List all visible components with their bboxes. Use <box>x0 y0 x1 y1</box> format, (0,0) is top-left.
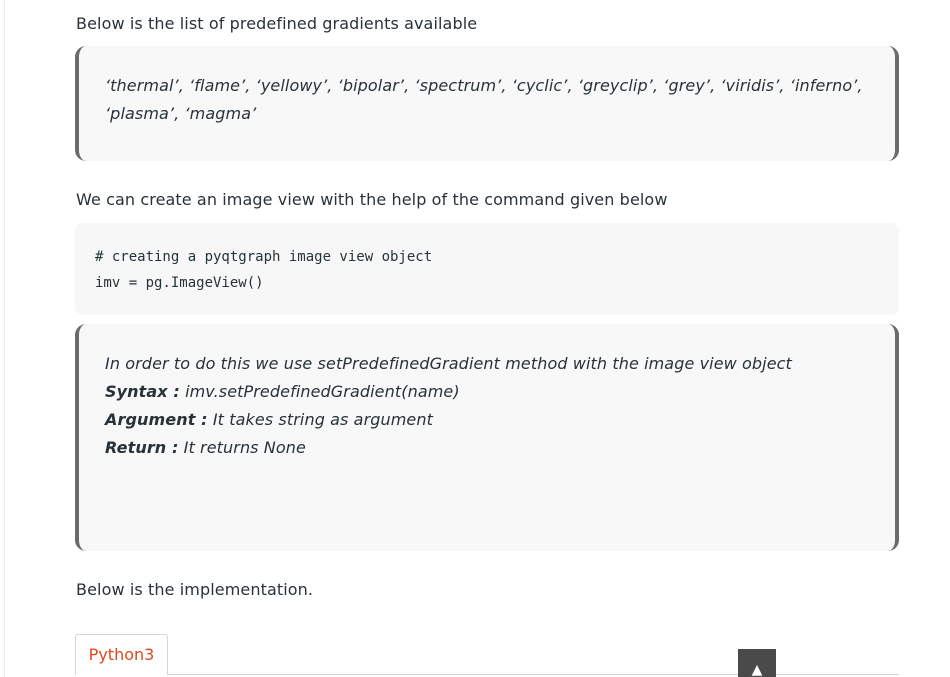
arrow-up-icon: ▲ <box>751 662 763 677</box>
code-block: # creating a pyqtgraph image view object… <box>75 223 899 315</box>
return-label: Return : <box>105 438 179 457</box>
argument-value: It takes string as argument <box>207 410 433 429</box>
code-line-statement: imv = pg.ImageView() <box>95 275 264 291</box>
return-value: It returns None <box>178 438 306 457</box>
intro-paragraph: Below is the list of predefined gradient… <box>76 14 478 33</box>
syntax-value: imv.setPredefinedGradient(name) <box>179 382 460 401</box>
gradients-blockquote: ‘thermal’, ‘flame’, ‘yellowy’, ‘bipolar’… <box>75 46 899 161</box>
tab-python3[interactable]: Python3 <box>75 634 168 675</box>
scroll-to-top-button[interactable]: ▲ <box>738 649 776 677</box>
article-page: Below is the list of predefined gradient… <box>0 0 950 677</box>
implementation-paragraph: Below is the implementation. <box>76 580 314 599</box>
code-line-comment: # creating a pyqtgraph image view object <box>95 249 433 265</box>
method-blockquote: In order to do this we use setPredefined… <box>75 324 899 551</box>
gradients-list-text: ‘thermal’, ‘flame’, ‘yellowy’, ‘bipolar’… <box>105 76 863 123</box>
method-description: In order to do this we use setPredefined… <box>105 354 792 373</box>
argument-label: Argument : <box>105 410 208 429</box>
return-line: Return : It returns None <box>105 434 865 462</box>
imageview-paragraph: We can create an image view with the hel… <box>76 190 668 209</box>
syntax-label: Syntax : <box>105 382 180 401</box>
argument-line: Argument : It takes string as argument <box>105 406 865 434</box>
syntax-line: Syntax : imv.setPredefinedGradient(name) <box>105 378 865 406</box>
content-divider <box>4 0 5 677</box>
